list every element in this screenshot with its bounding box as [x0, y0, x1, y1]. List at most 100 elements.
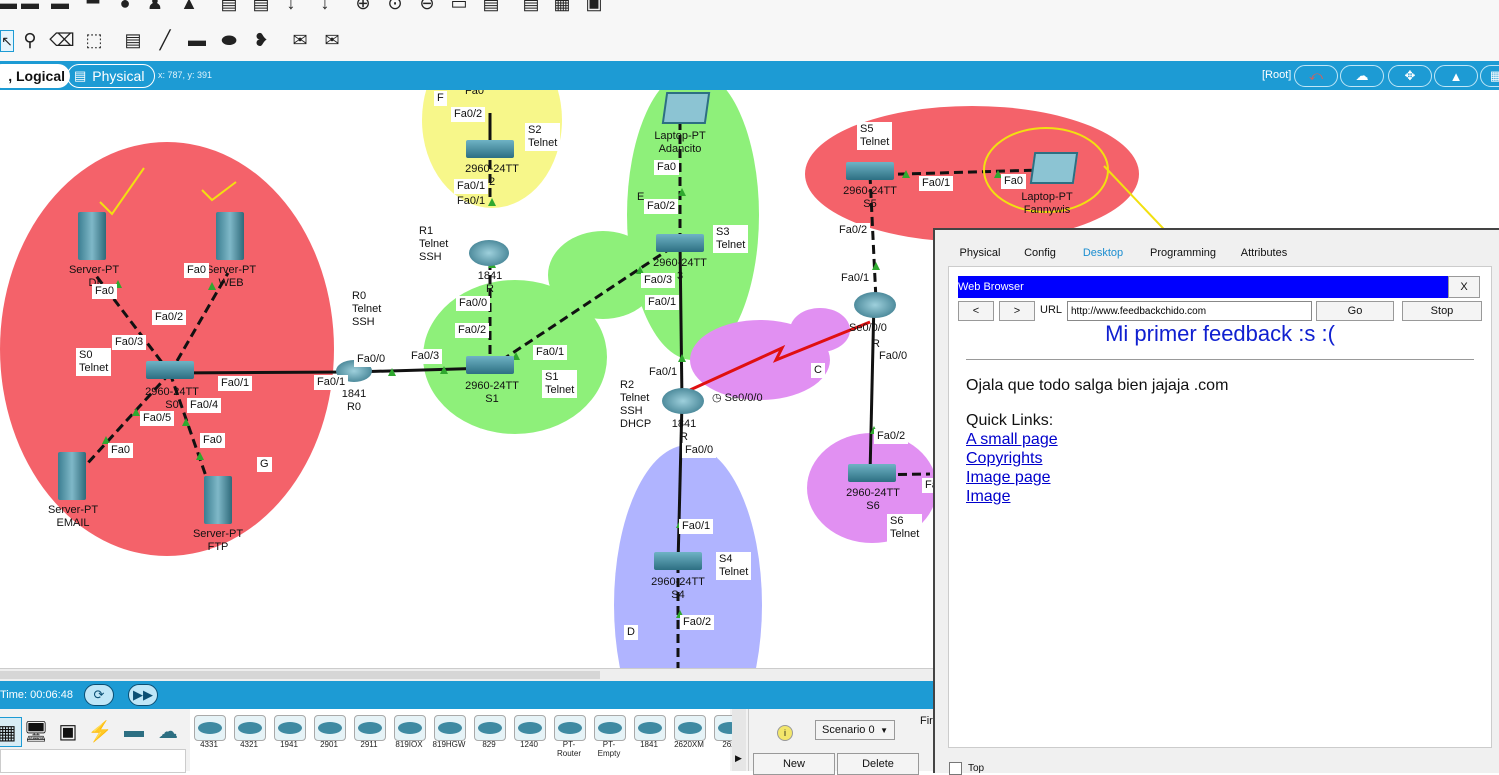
url-input[interactable]	[1067, 301, 1312, 321]
select-icon[interactable]: ↖	[0, 30, 14, 52]
rectangle-icon[interactable]: ▬	[188, 30, 206, 50]
device-model-tile[interactable]: 1240	[512, 715, 546, 753]
print-icon[interactable]: ▀	[84, 0, 102, 13]
simple-pdu-icon[interactable]: ✉	[290, 30, 310, 50]
device-model-tile[interactable]: 4321	[232, 715, 266, 753]
custom-device-icon[interactable]: ▤	[482, 0, 500, 13]
router-r1[interactable]	[469, 240, 509, 266]
network-info-icon[interactable]: ▲	[180, 0, 198, 13]
view-icon[interactable]: ▤	[522, 0, 540, 13]
complex-pdu-icon[interactable]: ✉	[322, 30, 342, 50]
device-model-tile[interactable]: 2911	[352, 715, 386, 753]
components-category-icon[interactable]: ▣	[54, 717, 82, 745]
scenario-info-icon[interactable]: i	[777, 725, 793, 741]
viewport-button[interactable]: ▦	[1480, 65, 1499, 87]
open-icon[interactable]: ▬	[21, 0, 39, 13]
back-button[interactable]: ⤺	[1294, 65, 1338, 87]
resize-icon[interactable]: ⬚	[84, 30, 104, 50]
device-model-tile[interactable]: 829	[472, 715, 506, 753]
device-model-tile[interactable]: 819HGW	[432, 715, 466, 753]
save-icon[interactable]: ▬	[51, 0, 69, 13]
ellipse-icon[interactable]: ⬬	[220, 30, 238, 50]
paste-icon[interactable]: ▤	[252, 0, 270, 13]
device-model-tile[interactable]: 1941	[272, 715, 306, 753]
stop-button[interactable]: Stop	[1402, 301, 1482, 321]
switch-s6[interactable]	[848, 464, 896, 482]
note-s2[interactable]: S2 Telnet	[525, 123, 561, 151]
user-icon[interactable]: ♟	[146, 0, 164, 13]
link-copyrights[interactable]: Copyrights	[966, 450, 1042, 468]
note-r0[interactable]: R0 Telnet SSH	[349, 289, 385, 330]
inspect-icon[interactable]: ⚲	[20, 30, 40, 50]
top-checkbox-box[interactable]	[949, 762, 962, 775]
model-list-scrollbar[interactable]: ▶	[732, 709, 746, 771]
network-devices-category-icon[interactable]: ▦	[0, 717, 22, 747]
top-checkbox[interactable]: Top	[949, 762, 984, 775]
device-model-tile[interactable]: 4331	[192, 715, 226, 753]
tab-attributes[interactable]: Attributes	[1231, 240, 1297, 266]
browser-forward-button[interactable]: >	[999, 301, 1035, 321]
server-ftp[interactable]	[204, 476, 232, 524]
scroll-right-icon[interactable]: ▶	[735, 753, 742, 764]
cluster-button[interactable]: ☁	[1340, 65, 1384, 87]
screenshot-icon[interactable]: ▣	[584, 0, 604, 13]
browser-back-button[interactable]: <	[958, 301, 994, 321]
pdu-list-icon[interactable]: ▦	[552, 0, 572, 13]
link-image-page[interactable]: Image page	[966, 469, 1051, 487]
freeform-icon[interactable]: ❥	[252, 30, 270, 50]
tab-programming[interactable]: Programming	[1145, 240, 1221, 266]
note-r2[interactable]: R2 Telnet SSH DHCP	[617, 378, 655, 432]
delete-icon[interactable]: ⌫	[49, 30, 74, 50]
switch-s2[interactable]	[466, 140, 514, 158]
delete-scenario-button[interactable]: Delete	[837, 753, 919, 775]
router-r3[interactable]	[854, 292, 896, 318]
note-s6[interactable]: S6 Telnet	[887, 514, 923, 542]
device-model-tile[interactable]: 1841	[632, 715, 666, 753]
tab-desktop[interactable]: Desktop	[1071, 240, 1135, 269]
switch-s1[interactable]	[466, 356, 514, 374]
draw-line-icon[interactable]: ╱	[156, 30, 174, 50]
tab-config[interactable]: Config	[1013, 240, 1067, 266]
note-s5[interactable]: S5 Telnet	[857, 122, 893, 150]
router-r2[interactable]	[662, 388, 704, 414]
note-icon[interactable]: ▤	[124, 30, 142, 50]
note-s1[interactable]: S1 Telnet	[542, 370, 578, 398]
move-object-button[interactable]: ✥	[1388, 65, 1432, 87]
link-small-page[interactable]: A small page	[966, 431, 1058, 449]
device-model-tile[interactable]: PT-Empty	[592, 715, 626, 758]
server-dhcp[interactable]	[78, 212, 106, 260]
device-model-tile[interactable]: PT-Router	[552, 715, 586, 758]
switch-s4[interactable]	[654, 552, 702, 570]
zoom-in-icon[interactable]: ⊕	[354, 0, 372, 13]
power-cycle-button[interactable]: ⟳	[84, 684, 114, 706]
go-button[interactable]: Go	[1316, 301, 1394, 321]
close-browser-button[interactable]: X	[1448, 276, 1480, 298]
note-s4[interactable]: S4 Telnet	[716, 552, 752, 580]
device-model-tile[interactable]: 2901	[312, 715, 346, 753]
logical-mode-button[interactable]: , Logical	[0, 64, 70, 88]
device-model-tile[interactable]: 2620XM	[672, 715, 706, 753]
server-web[interactable]	[216, 212, 244, 260]
miscellaneous-category-icon[interactable]: ▬	[120, 717, 148, 745]
note-r1[interactable]: R1 Telnet SSH	[416, 224, 452, 265]
physical-mode-button[interactable]: ▤ Physical	[67, 64, 155, 88]
zoom-reset-icon[interactable]: ⊙	[386, 0, 404, 13]
server-email[interactable]	[58, 452, 86, 500]
note-s3[interactable]: S3 Telnet	[713, 225, 749, 253]
scenario-select[interactable]: Scenario 0 ▼	[815, 720, 895, 740]
zoom-out-icon[interactable]: ⊖	[418, 0, 436, 13]
note-s0[interactable]: S0 Telnet	[76, 348, 112, 376]
connections-category-icon[interactable]: ⚡	[86, 717, 114, 745]
new-icon[interactable]: ▬	[0, 0, 17, 13]
redo-icon[interactable]: ↓	[318, 0, 332, 13]
end-devices-category-icon[interactable]: 🖥	[22, 717, 50, 745]
link-image[interactable]: Image	[966, 488, 1010, 506]
laptop-fannywis[interactable]	[1029, 152, 1079, 184]
info-icon[interactable]: ●	[116, 0, 134, 13]
palette-icon[interactable]: ▭	[450, 0, 468, 13]
switch-s5[interactable]	[846, 162, 894, 180]
scrollbar-thumb[interactable]	[0, 671, 600, 679]
laptop-adancito[interactable]	[661, 92, 711, 124]
new-scenario-button[interactable]: New	[753, 753, 835, 775]
undo-icon[interactable]: ↓	[284, 0, 298, 13]
